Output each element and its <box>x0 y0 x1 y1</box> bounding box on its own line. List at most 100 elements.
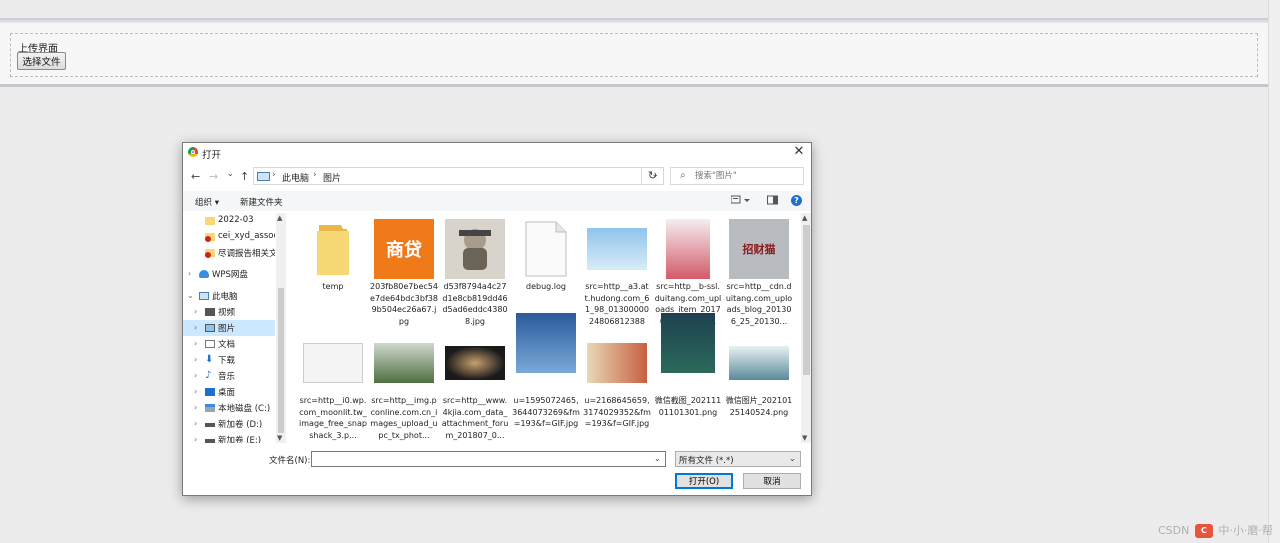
scrollbar-thumb[interactable] <box>278 288 284 433</box>
close-icon[interactable]: ✕ <box>792 145 806 159</box>
desktop-icon <box>205 388 215 396</box>
nav-item-this-pc[interactable]: ⌄ 此电脑 <box>183 288 275 304</box>
help-icon[interactable]: ? <box>791 195 802 206</box>
file-list-scrollbar[interactable]: ▲ ▼ <box>801 213 811 443</box>
preview-pane-icon[interactable] <box>767 195 778 208</box>
file-type-select[interactable]: 所有文件 (*.*) ⌄ <box>675 451 801 467</box>
scroll-up-icon[interactable]: ▲ <box>802 214 807 222</box>
refresh-icon[interactable]: ↻ <box>641 167 664 185</box>
chevron-right-icon[interactable]: › <box>194 371 197 380</box>
back-arrow-icon[interactable]: ← <box>191 170 200 183</box>
up-arrow-icon[interactable]: ↑ <box>240 170 249 183</box>
csdn-badge-icon: C <box>1194 524 1213 538</box>
dialog-title: 打开 <box>202 150 222 161</box>
chevron-right-icon[interactable]: › <box>194 339 197 348</box>
nav-item-report[interactable]: 尽调报告相关文 <box>183 245 275 261</box>
chevron-right-icon[interactable]: › <box>194 387 197 396</box>
file-item-image[interactable]: src=http__i0.wp.com_moonlit.tw_image_fre… <box>299 331 367 443</box>
file-item-image[interactable]: 商贷 203fb80e7bec54e7de64bdc3bf389b504ec26… <box>370 217 438 329</box>
image-thumbnail: 商贷 <box>374 219 434 279</box>
computer-icon <box>257 172 270 181</box>
file-name: 微信截图_20211101101301.png <box>654 396 722 417</box>
file-item-image[interactable]: src=http__www.4kjia.com_data_attachment_… <box>441 331 509 443</box>
search-box[interactable]: ⌕ <box>670 167 804 185</box>
image-thumbnail <box>445 333 505 393</box>
nav-item-drive-d[interactable]: › 新加卷 (D:) <box>183 416 275 432</box>
nav-item-music[interactable]: › ♪ 音乐 <box>183 368 275 384</box>
nav-item-label: 文档 <box>218 340 236 350</box>
nav-item-label: 本地磁盘 (C:) <box>218 404 271 414</box>
file-name: debug.log <box>526 282 566 291</box>
file-item-image[interactable]: u=2168645659,3174029352&fm=193&f=GIF.jpg <box>583 331 651 443</box>
file-name: d53f8794a4c27d1e8cb819dd46d5ad6eddc43808… <box>442 282 508 326</box>
file-item-image[interactable]: 微信截图_20211101101301.png <box>654 313 722 443</box>
forward-arrow-icon[interactable]: → <box>209 170 218 183</box>
page-scrollbar[interactable] <box>1268 0 1280 543</box>
file-item-image[interactable]: d53f8794a4c27d1e8cb819dd46d5ad6eddc43808… <box>441 217 509 329</box>
nav-item-downloads[interactable]: › ⬇ 下载 <box>183 352 275 368</box>
csdn-logo-icon: CSDN <box>1158 524 1190 537</box>
cancel-button[interactable]: 取消 <box>743 473 801 489</box>
filename-input[interactable] <box>311 451 666 467</box>
nav-item-drive-e[interactable]: › 新加卷 (E:) <box>183 432 275 443</box>
nav-item-desktop[interactable]: › 桌面 <box>183 384 275 400</box>
image-thumbnail <box>374 333 434 393</box>
documents-icon <box>205 340 215 348</box>
nav-item-label: 新加卷 (E:) <box>218 436 262 443</box>
file-item-image[interactable]: 微信图片_20210125140524.png <box>725 331 793 443</box>
nav-item-label: 2022-03 <box>218 215 254 225</box>
chevron-right-icon[interactable]: › <box>194 419 197 428</box>
image-thumbnail <box>516 313 576 373</box>
nav-item-pictures[interactable]: › 图片 <box>183 320 275 336</box>
dialog-titlebar[interactable]: 打开 ✕ <box>183 143 811 163</box>
chevron-right-icon[interactable]: › <box>188 269 191 278</box>
nav-item-wps-cloud[interactable]: › WPS网盘 <box>183 266 275 282</box>
chevron-right-icon[interactable]: › <box>194 355 197 364</box>
breadcrumb-separator: › <box>272 170 276 180</box>
file-name: temp <box>322 282 344 291</box>
file-item-image[interactable]: src=http__a3.att.hudong.com_61_98_013000… <box>583 217 651 329</box>
nav-item-drive-c[interactable]: › 本地磁盘 (C:) <box>183 400 275 416</box>
chevron-right-icon[interactable]: › <box>194 307 197 316</box>
scroll-down-icon[interactable]: ▼ <box>277 434 282 442</box>
breadcrumb-pictures[interactable]: 图片 <box>323 171 341 184</box>
scroll-up-icon[interactable]: ▲ <box>277 214 282 222</box>
drive-icon <box>205 423 215 427</box>
upload-page-panel: 上传界面 选择文件 <box>0 23 1268 87</box>
chrome-icon <box>188 147 198 157</box>
new-folder-button[interactable]: 新建文件夹 <box>240 196 283 208</box>
nav-item-videos[interactable]: › 视频 <box>183 304 275 320</box>
chevron-right-icon[interactable]: › <box>194 323 197 332</box>
view-options-icon[interactable] <box>730 195 751 208</box>
nav-item-cei-xyd[interactable]: cei_xyd_associa <box>183 229 275 245</box>
chevron-down-icon[interactable]: ⌄ <box>187 291 194 300</box>
recent-locations-icon[interactable]: ⌄ <box>227 169 234 178</box>
chevron-right-icon[interactable]: › <box>194 435 197 443</box>
scrollbar-thumb[interactable] <box>803 225 810 375</box>
navigation-pane: 2022-03 cei_xyd_associa 尽调报告相关文 › WPS网盘 … <box>183 213 287 443</box>
image-thumbnail <box>658 219 718 279</box>
file-item-image[interactable]: 招财猫 src=http__cdn.duitang.com_uploads_bl… <box>725 217 793 329</box>
file-list: temp 商贷 203fb80e7bec54e7de64bdc3bf389b50… <box>299 217 799 443</box>
file-item-image[interactable]: u=1595072465,3644073269&fm=193&f=GIF.jpg <box>512 313 580 443</box>
nav-item-documents[interactable]: › 文档 <box>183 336 275 352</box>
chevron-right-icon[interactable]: › <box>194 403 197 412</box>
search-input[interactable] <box>695 169 795 183</box>
nav-item-2022-03[interactable]: 2022-03 <box>183 213 275 229</box>
pictures-icon <box>205 324 215 332</box>
watermark: CSDN C 中·小·磨·帮 <box>1158 522 1273 538</box>
address-bar[interactable]: › 此电脑 › 图片 ⌄ <box>253 167 664 185</box>
chevron-down-icon[interactable]: ⌄ <box>654 454 661 463</box>
nav-item-label: 桌面 <box>218 388 236 398</box>
choose-file-button[interactable]: 选择文件 <box>17 52 66 70</box>
organize-menu[interactable]: 组织 ▾ <box>195 196 219 208</box>
video-icon <box>205 308 215 316</box>
open-button[interactable]: 打开(O) <box>675 473 733 489</box>
file-item-temp[interactable]: temp <box>299 217 367 329</box>
file-item-image[interactable]: src=http__img.pconline.com.cn_images_upl… <box>370 331 438 443</box>
breadcrumb-this-pc[interactable]: 此电脑 <box>282 171 309 184</box>
scroll-down-icon[interactable]: ▼ <box>802 434 807 442</box>
file-name: src=http__cdn.duitang.com_uploads_blog_2… <box>725 282 793 326</box>
nav-item-label: 音乐 <box>218 372 236 382</box>
nav-pane-scrollbar[interactable]: ▲ ▼ <box>276 213 286 443</box>
